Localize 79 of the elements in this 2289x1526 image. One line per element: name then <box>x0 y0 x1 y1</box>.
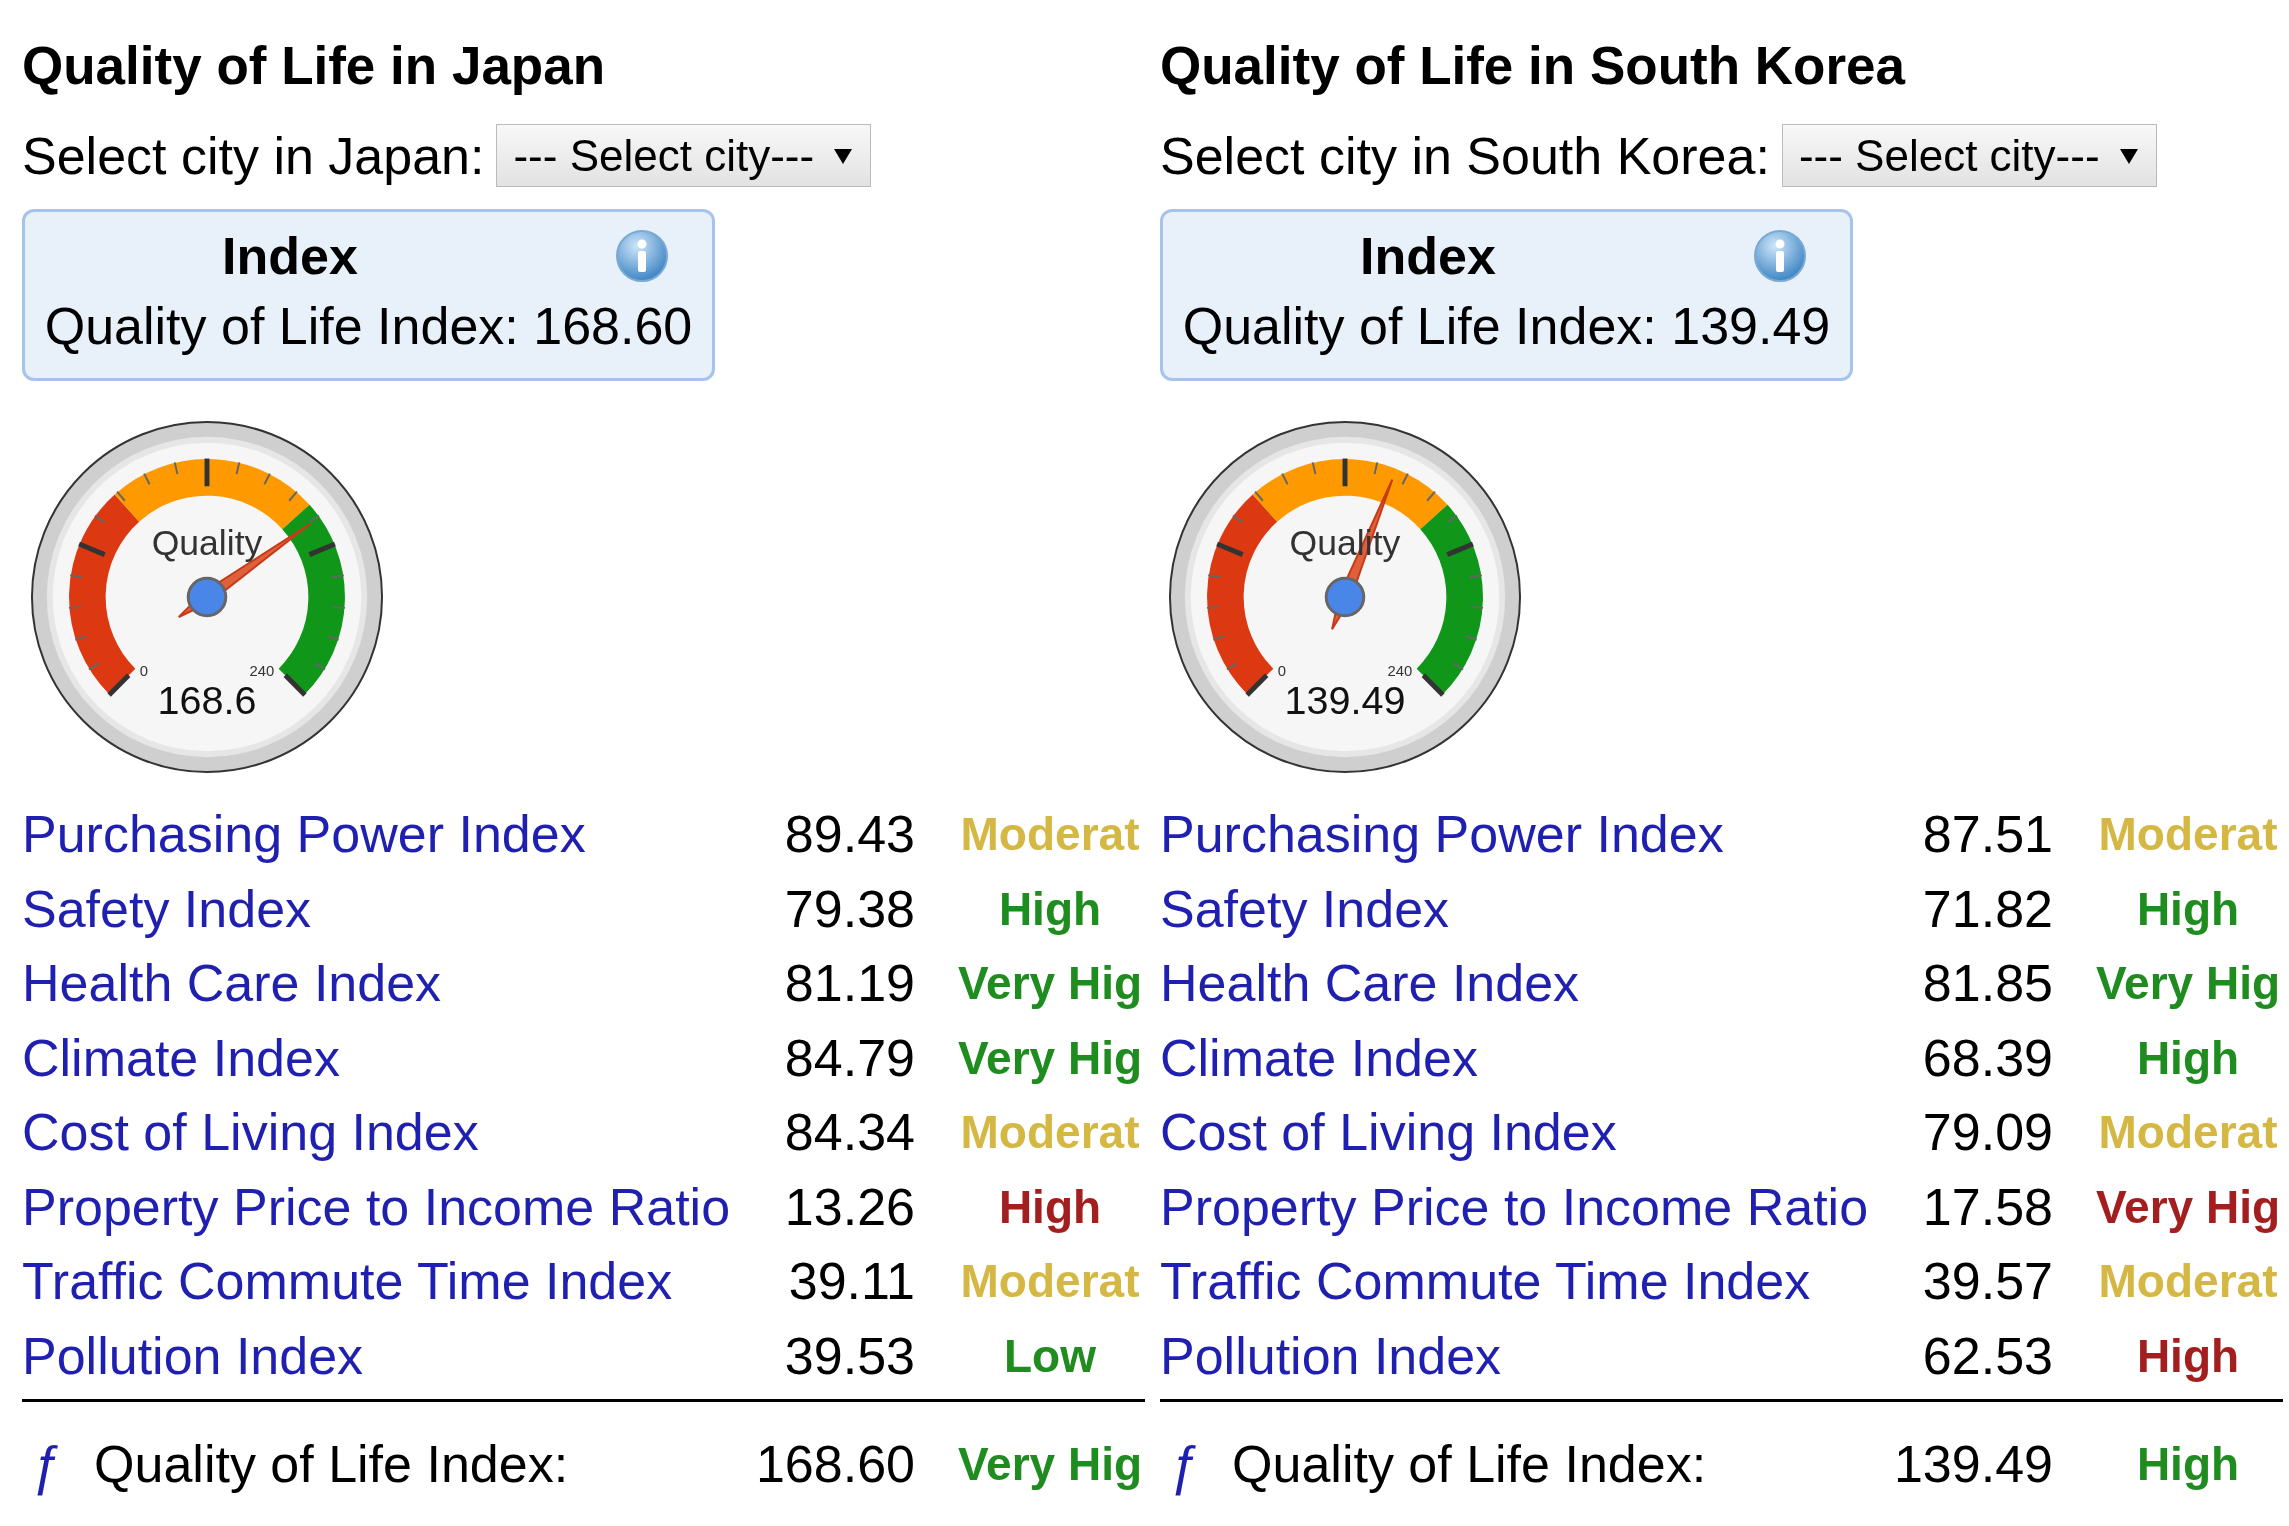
index-value: 39.53 <box>783 1325 915 1387</box>
rating-label: Moderat <box>959 807 1141 863</box>
index-link[interactable]: Cost of Living Index <box>22 1102 479 1163</box>
total-label: Quality of Life Index: <box>1232 1434 1707 1494</box>
index-link[interactable]: Safety Index <box>22 878 312 939</box>
index-link[interactable]: Climate Index <box>1160 1027 1478 1088</box>
rating-label: Very Hig <box>2094 1179 2282 1235</box>
rating-label: Low <box>1003 1328 1097 1384</box>
index-value: 79.38 <box>783 878 915 940</box>
index-value: 81.85 <box>1921 953 2053 1015</box>
index-value: 87.51 <box>1921 804 2053 866</box>
index-value: 84.34 <box>783 1102 915 1164</box>
index-value: 13.26 <box>783 1176 915 1238</box>
card-heading: Index <box>221 226 359 286</box>
index-link[interactable]: Purchasing Power Index <box>22 804 586 865</box>
index-link[interactable]: Traffic Commute Time Index <box>1160 1251 1811 1312</box>
index-value: 89.43 <box>783 804 915 866</box>
index-link[interactable]: Purchasing Power Index <box>1160 804 1724 865</box>
index-link[interactable]: Cost of Living Index <box>1160 1102 1617 1163</box>
needle-hub <box>1324 576 1366 618</box>
index-value: 79.09 <box>1921 1102 2053 1164</box>
index-link[interactable]: Health Care Index <box>22 953 442 1014</box>
index-value: 71.82 <box>1921 878 2053 940</box>
card-heading: Index <box>1359 226 1497 286</box>
select-label: Select city in South Korea: <box>1160 125 1770 186</box>
total-label: Quality of Life Index: <box>94 1434 569 1494</box>
index-value: 17.58 <box>1921 1176 2053 1238</box>
city-dropdown[interactable]: --- Select city--- <box>496 124 872 187</box>
rating-label: Very Hig <box>956 1030 1144 1086</box>
index-value: 39.11 <box>787 1251 915 1313</box>
index-value: 62.53 <box>1921 1325 2053 1387</box>
index-link[interactable]: Property Price to Income Ratio <box>1160 1176 1869 1237</box>
page-title: Quality of Life in South Korea <box>1160 36 1905 96</box>
index-link[interactable]: Property Price to Income Ratio <box>22 1176 731 1237</box>
total-value: 139.49 <box>1898 1434 2053 1495</box>
index-value: 39.57 <box>1921 1251 2053 1313</box>
index-link[interactable]: Climate Index <box>22 1027 340 1088</box>
page-title: Quality of Life in Japan <box>22 36 606 96</box>
rating-label: High <box>2135 1328 2241 1384</box>
rating-label: High <box>2135 881 2241 937</box>
city-dropdown[interactable]: --- Select city--- <box>1781 124 2157 187</box>
select-label: Select city in Japan: <box>22 125 485 186</box>
caret-icon <box>2117 146 2140 165</box>
scale-min-label: 0 <box>139 663 148 680</box>
rating-label: Moderat <box>959 1254 1141 1310</box>
index-summary: Quality of Life Index: 139.49 <box>1182 296 1831 356</box>
rating-label: Moderat <box>2097 1105 2279 1161</box>
index-link[interactable]: Traffic Commute Time Index <box>22 1251 673 1312</box>
rating-label: High <box>997 881 1103 937</box>
index-link[interactable]: Pollution Index <box>1160 1325 1502 1386</box>
index-value: 84.79 <box>783 1027 915 1089</box>
rating-label: Very Hig <box>956 956 1144 1012</box>
rating-label: Very Hig <box>2094 956 2282 1012</box>
formula-symbol: ƒ <box>30 1433 61 1495</box>
index-link[interactable]: Pollution Index <box>22 1325 364 1386</box>
gauge-value: 168.6 <box>157 677 257 722</box>
scale-max-label: 240 <box>249 663 275 680</box>
index-value: 81.19 <box>783 953 915 1015</box>
info-icon[interactable] <box>1753 229 1807 283</box>
rating-label: High <box>997 1179 1103 1235</box>
gauge-value: 139.49 <box>1284 677 1406 722</box>
rating-label: Moderat <box>2097 807 2279 863</box>
index-link[interactable]: Health Care Index <box>1160 953 1580 1014</box>
total-value: 168.60 <box>760 1434 915 1495</box>
rating-label: Very Hig <box>956 1437 1144 1492</box>
needle-hub <box>186 576 228 618</box>
scale-max-label: 240 <box>1387 663 1413 680</box>
gauge-label: Quality <box>151 523 263 564</box>
index-value: 68.39 <box>1921 1027 2053 1089</box>
caret-icon <box>832 146 855 165</box>
index-link[interactable]: Safety Index <box>1160 878 1450 939</box>
rating-label: Moderat <box>959 1105 1141 1161</box>
index-summary: Quality of Life Index: 168.60 <box>44 296 693 356</box>
rating-label: High <box>2135 1030 2241 1086</box>
rating-label: High <box>2135 1437 2241 1492</box>
formula-symbol: ƒ <box>1168 1433 1199 1495</box>
rating-label: Moderat <box>2097 1254 2279 1310</box>
info-icon[interactable] <box>615 229 669 283</box>
scale-min-label: 0 <box>1277 663 1286 680</box>
